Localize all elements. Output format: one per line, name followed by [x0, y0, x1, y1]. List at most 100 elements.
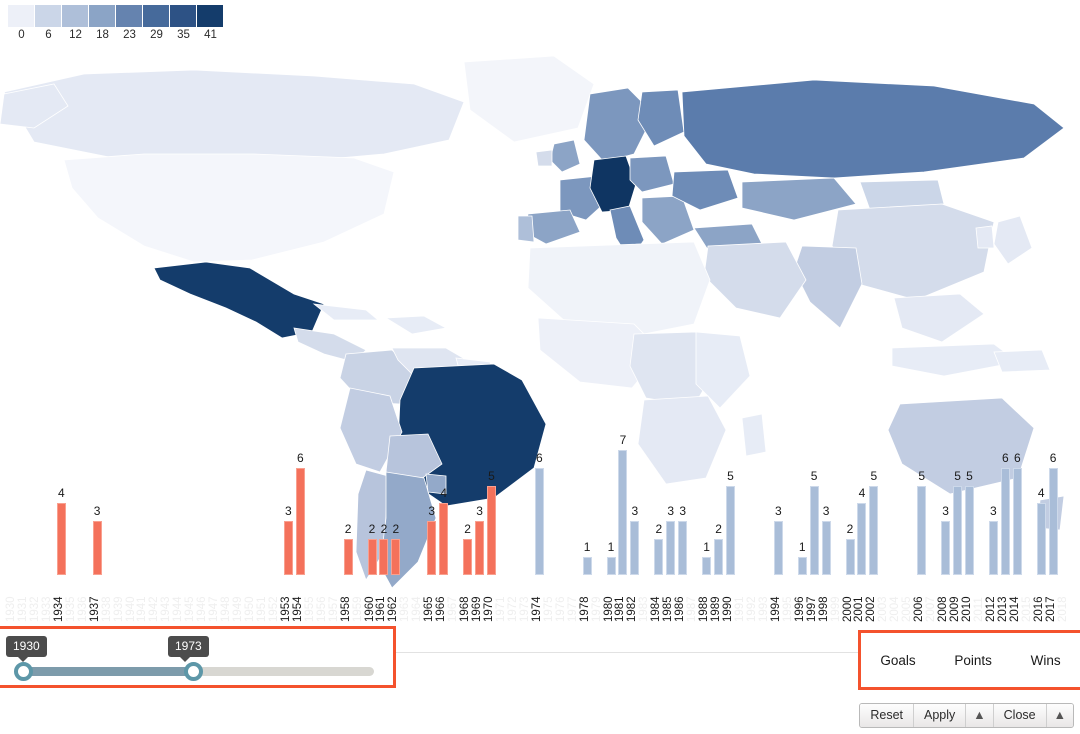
- x-axis-label-1998: 1998: [817, 596, 830, 622]
- bar-1965[interactable]: [427, 521, 437, 575]
- x-axis-label-1972: 1972: [506, 596, 519, 622]
- x-axis-label-1973: 1973: [518, 596, 531, 622]
- metric-wins-button[interactable]: Wins: [1025, 649, 1067, 672]
- bar-1966[interactable]: [439, 503, 449, 575]
- bar-2016[interactable]: [1036, 503, 1046, 575]
- bar-value-1937: 3: [93, 504, 101, 519]
- legend-tick-35: 35: [177, 29, 190, 41]
- legend-swatch-12: [62, 5, 88, 27]
- country-sea: [893, 293, 985, 343]
- x-axis-label-1946: 1946: [196, 596, 209, 622]
- close-button[interactable]: Close: [993, 704, 1047, 727]
- legend-swatch-6: [35, 5, 61, 27]
- x-axis-label-1967: 1967: [447, 596, 460, 622]
- bar-1984[interactable]: [654, 539, 664, 575]
- x-axis-label-1991: 1991: [733, 596, 746, 622]
- bar-1986[interactable]: [678, 521, 688, 575]
- bar-1990[interactable]: [726, 485, 735, 575]
- legend-swatch-41: [197, 5, 223, 27]
- x-axis-label-1981: 1981: [614, 596, 627, 622]
- bar-2012[interactable]: [988, 521, 998, 575]
- bar-2014[interactable]: [1012, 467, 1022, 575]
- bar-value-1981: 7: [619, 432, 627, 447]
- bar-2001[interactable]: [857, 503, 867, 575]
- bar-1970[interactable]: [487, 485, 496, 575]
- bar-value-1982: 3: [631, 504, 639, 519]
- bar-1988[interactable]: [702, 557, 712, 575]
- bar-1954[interactable]: [295, 467, 305, 575]
- legend-swatch-0: [8, 5, 34, 27]
- slider-handle-min[interactable]: [14, 662, 33, 681]
- x-axis-label-2000: 2000: [841, 596, 854, 622]
- bar-1985[interactable]: [666, 521, 676, 575]
- x-axis-label-1987: 1987: [686, 596, 699, 622]
- bar-2009[interactable]: [953, 485, 963, 575]
- apply-button[interactable]: Apply: [914, 704, 967, 727]
- country-ireland: [535, 149, 553, 167]
- bar-1996[interactable]: [797, 557, 807, 575]
- bar-1958[interactable]: [343, 539, 353, 575]
- bar-1961[interactable]: [379, 539, 389, 575]
- x-axis-label-1970: 1970: [483, 596, 495, 622]
- bar-1989[interactable]: [714, 539, 724, 575]
- slider-range-fill[interactable]: [16, 667, 194, 676]
- bar-2017[interactable]: [1048, 467, 1058, 575]
- x-axis-label-1988: 1988: [698, 596, 711, 622]
- bar-2010[interactable]: [965, 485, 974, 575]
- bar-1953[interactable]: [283, 521, 293, 575]
- bar-2000[interactable]: [845, 539, 855, 575]
- reset-button[interactable]: Reset: [860, 704, 914, 727]
- bar-value-1962: 2: [392, 522, 400, 537]
- metric-points-button[interactable]: Points: [948, 649, 998, 672]
- x-axis-label-2011: 2011: [972, 597, 985, 622]
- bar-1968[interactable]: [463, 539, 473, 575]
- bar-1969[interactable]: [475, 521, 485, 575]
- bar-1960[interactable]: [367, 539, 377, 575]
- close-caret-icon[interactable]: ▲: [1046, 704, 1073, 727]
- country-finland: [637, 89, 685, 147]
- bar-1998[interactable]: [821, 521, 831, 575]
- bar-2008[interactable]: [941, 521, 951, 575]
- bar-1980[interactable]: [606, 557, 616, 575]
- slider-handle-max[interactable]: [184, 662, 203, 681]
- x-axis-label-1977: 1977: [566, 596, 579, 622]
- x-axis-label-1968: 1968: [459, 596, 472, 622]
- dashboard-root: 0 6 12 18 23 29 35 41 1930 1931 1932 193…: [0, 0, 1080, 734]
- x-axis-label-1984: 1984: [650, 596, 663, 622]
- x-axis-label-1950: 1950: [244, 596, 256, 622]
- country-uk: [549, 139, 581, 173]
- bar-value-1966: 4: [440, 486, 448, 501]
- x-axis-label-1959: 1959: [351, 596, 364, 622]
- bar-1974[interactable]: [534, 467, 544, 575]
- bar-1937[interactable]: [92, 521, 102, 575]
- x-axis-label-2009: 2009: [949, 596, 962, 622]
- x-axis-label-2005: 2005: [901, 596, 914, 622]
- bar-2002[interactable]: [869, 485, 879, 575]
- bar-1962[interactable]: [391, 539, 401, 575]
- x-axis-label-2017: 2017: [1044, 596, 1057, 622]
- bar-1934[interactable]: [56, 503, 66, 575]
- bar-1978[interactable]: [582, 557, 592, 575]
- x-axis-label-1944: 1944: [172, 596, 185, 622]
- x-axis-label-1962: 1962: [387, 596, 400, 622]
- x-axis-label-1997: 1997: [805, 596, 818, 622]
- apply-caret-icon[interactable]: ▲: [966, 704, 994, 727]
- bar-2013[interactable]: [1000, 467, 1010, 575]
- x-axis-label-1995: 1995: [781, 596, 794, 622]
- metric-selector-panel[interactable]: Goals Points Wins: [858, 630, 1080, 690]
- x-axis-label-1982: 1982: [626, 596, 639, 622]
- x-axis-label-1934: 1934: [52, 596, 65, 622]
- x-axis-label-1957: 1957: [327, 596, 340, 622]
- legend-swatch-35: [170, 5, 196, 27]
- bar-1997[interactable]: [809, 485, 819, 575]
- country-canada: [3, 69, 465, 165]
- x-axis-label-1975: 1975: [542, 596, 555, 622]
- bar-2006[interactable]: [917, 485, 927, 575]
- legend-tick-29: 29: [150, 29, 163, 41]
- bar-1994[interactable]: [773, 521, 783, 575]
- bar-1982[interactable]: [630, 521, 640, 575]
- year-range-slider-panel[interactable]: 1930 1973: [0, 626, 396, 688]
- metric-goals-button[interactable]: Goals: [874, 649, 921, 672]
- legend-tick-6: 6: [45, 29, 52, 41]
- legend-tick-labels: 0 6 12 18 23 29 35 41: [8, 29, 224, 41]
